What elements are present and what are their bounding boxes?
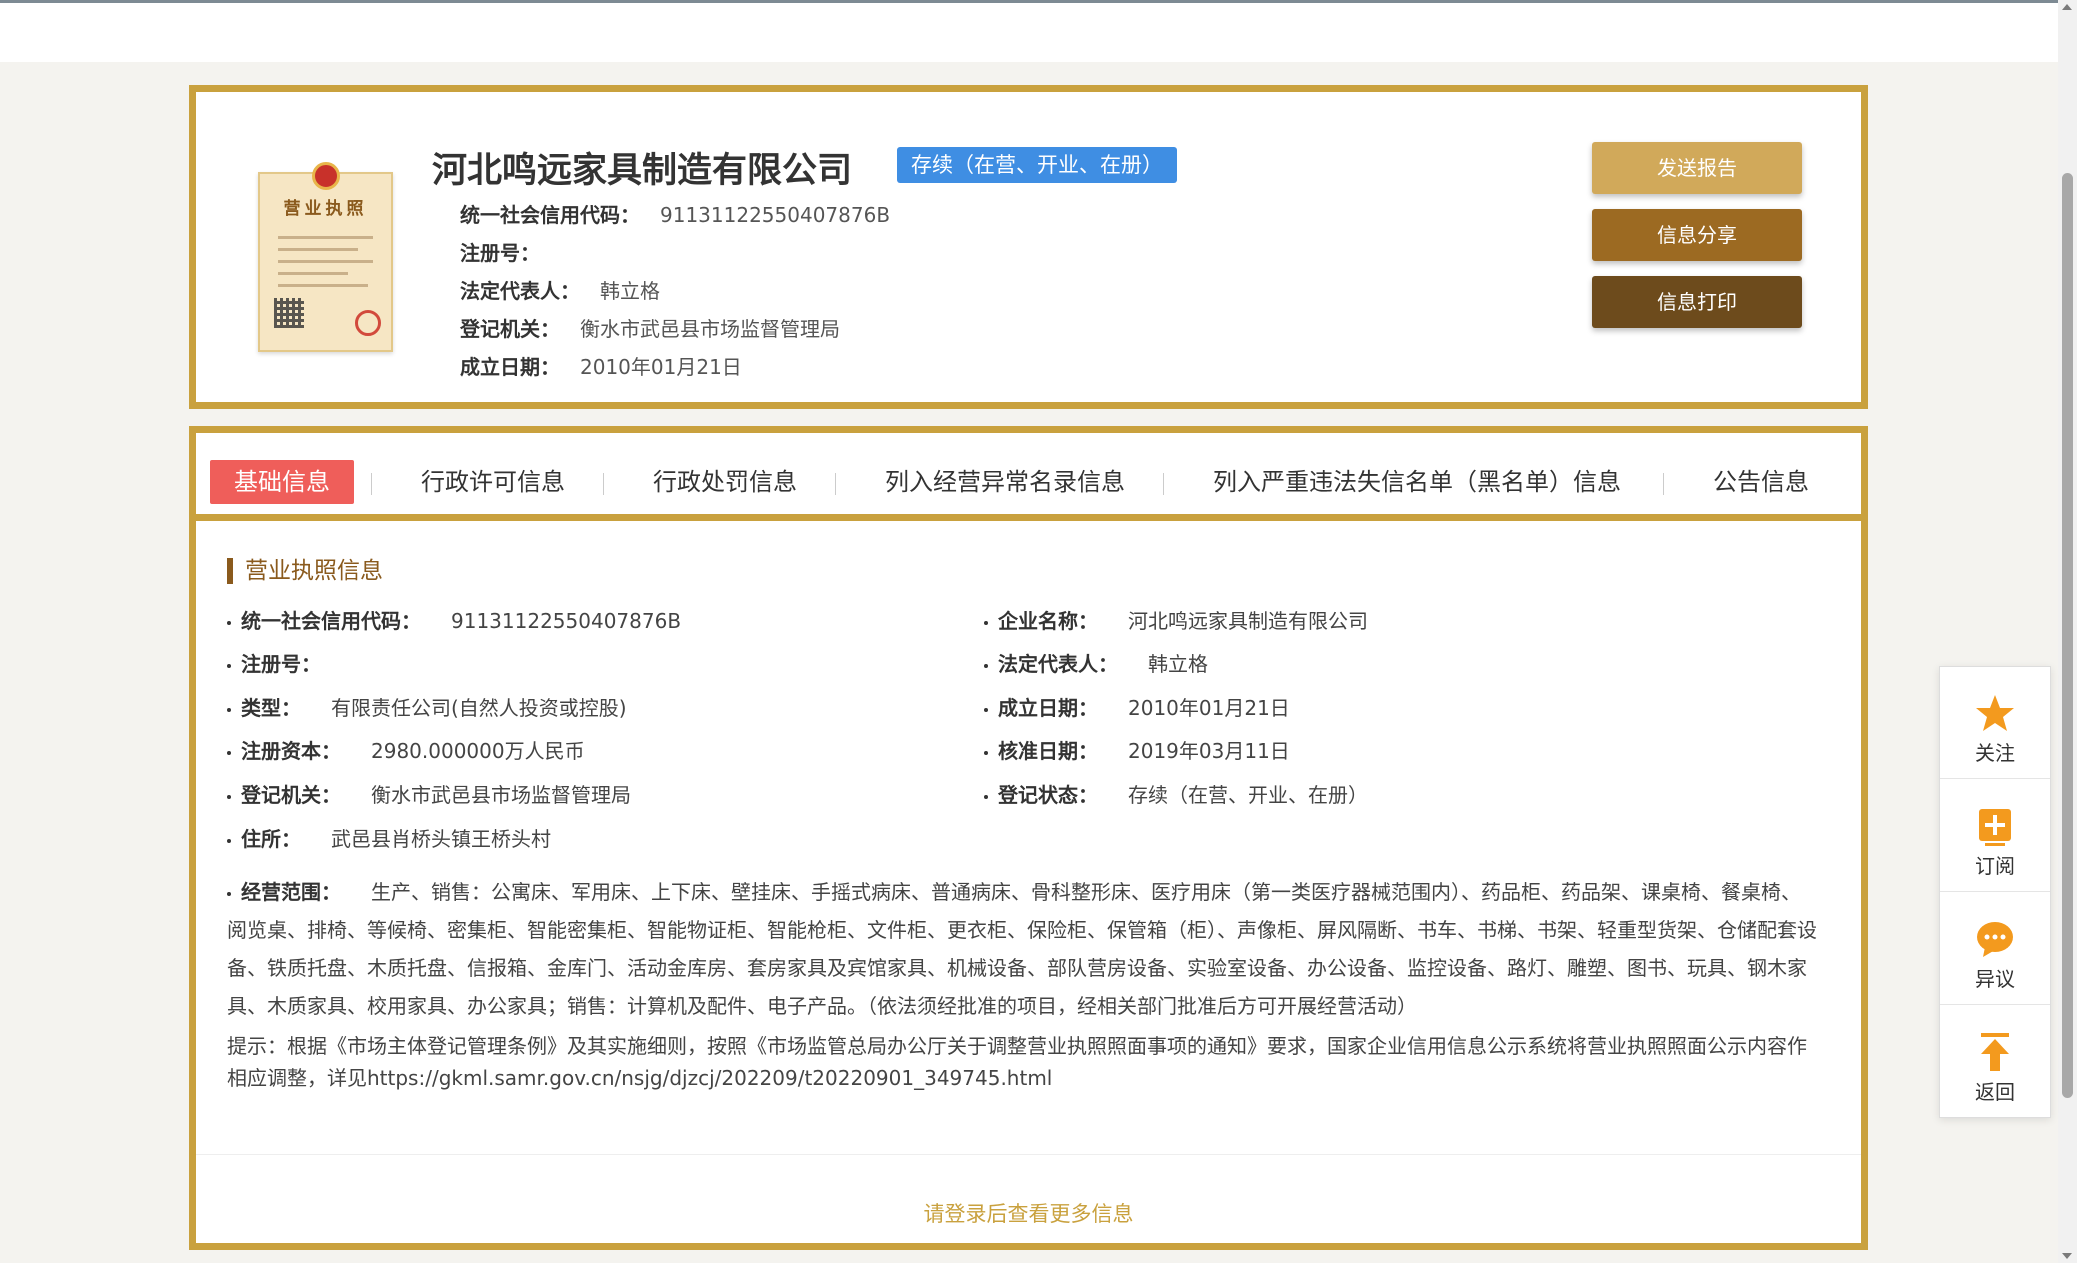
follow-button[interactable]: 关注	[1940, 667, 2050, 779]
scrollbar-thumb[interactable]	[2062, 173, 2073, 1098]
business-scope-text: 生产、销售：公寓床、军用床、上下床、壁挂床、手摇式病床、普通病床、骨科整形床、医…	[227, 880, 1817, 1018]
qr-code-icon	[274, 298, 304, 328]
header-info-list: 统一社会信用代码： 91131122550407876B 注册号： 法定代表人：韩…	[460, 196, 890, 386]
tab-bar: 基础信息 行政许可信息 行政处罚信息 列入经营异常名录信息 列入严重违法失信名单…	[196, 433, 1861, 521]
notice-hint: 提示：根据《市场主体登记管理条例》及其实施细则，按照《市场监管总局办公厅关于调整…	[227, 1034, 1807, 1090]
business-scope: 经营范围： 生产、销售：公寓床、军用床、上下床、壁挂床、手摇式病床、普通病床、骨科…	[227, 880, 1817, 1018]
field-reg-no: 注册号：	[227, 648, 351, 680]
national-emblem-icon	[312, 162, 340, 190]
arrow-up-icon	[1981, 1033, 2009, 1071]
plus-box-icon	[1979, 809, 2011, 846]
field-founded-date: 成立日期： 2010年01月21日	[984, 692, 1290, 724]
tab-basic-info[interactable]: 基础信息	[210, 460, 354, 504]
field-credit-code: 统一社会信用代码： 91131122550407876B	[227, 605, 681, 637]
business-license-image[interactable]: 营业执照	[258, 162, 393, 352]
objection-button[interactable]: 异议	[1940, 893, 2050, 1005]
field-company-name: 企业名称： 河北鸣远家具制造有限公司	[984, 605, 1368, 637]
header-founded-row: 成立日期： 2010年01月21日	[460, 355, 742, 379]
divider	[196, 1154, 1861, 1155]
status-badge: 存续（在营、开业、在册）	[897, 147, 1177, 183]
company-header-panel: 营业执照 河北鸣远家具制造有限公司 存续（在营、开业、在册） 统一社会信用代码：…	[189, 85, 1868, 409]
header-credit-code-row: 统一社会信用代码： 91131122550407876B	[460, 203, 891, 227]
field-reg-status: 登记状态： 存续（在营、开业、在册）	[984, 779, 1368, 811]
tab-announcements[interactable]: 公告信息	[1713, 460, 1809, 504]
side-toolbar: 关注 订阅 异议 返回	[1939, 666, 2051, 1118]
main-info-panel: 基础信息 行政许可信息 行政处罚信息 列入经营异常名录信息 列入严重违法失信名单…	[189, 426, 1868, 1250]
field-capital: 注册资本： 2980.000000万人民币	[227, 735, 585, 767]
company-name: 河北鸣远家具制造有限公司	[432, 151, 853, 191]
subscribe-button[interactable]: 订阅	[1940, 780, 2050, 892]
field-address: 住所： 武邑县肖桥头镇王桥头村	[227, 823, 551, 855]
header-authority-row: 登记机关： 衡水市武邑县市场监督管理局	[460, 317, 840, 341]
share-info-button[interactable]: 信息分享	[1592, 209, 1802, 261]
tab-blacklist[interactable]: 列入严重违法失信名单（黑名单）信息	[1213, 460, 1621, 504]
seal-stamp-icon	[355, 310, 381, 336]
scrollbar[interactable]	[2058, 0, 2077, 1263]
login-more-link[interactable]: 请登录后查看更多信息	[196, 1198, 1861, 1228]
star-icon	[1976, 695, 2014, 731]
tab-abnormal-list[interactable]: 列入经营异常名录信息	[885, 460, 1125, 504]
chat-bubble-icon	[1977, 922, 2013, 957]
send-report-button[interactable]: 发送报告	[1592, 142, 1802, 194]
section-title: 营业执照信息	[227, 558, 383, 584]
field-type: 类型： 有限责任公司(自然人投资或控股)	[227, 692, 627, 724]
field-legal-rep: 法定代表人： 韩立格	[984, 648, 1208, 680]
scroll-down-arrow-icon[interactable]	[2062, 1253, 2072, 1259]
header-legal-rep-row: 法定代表人： 韩立格	[460, 279, 660, 303]
field-authority: 登记机关： 衡水市武邑县市场监督管理局	[227, 779, 631, 811]
tab-admin-penalty[interactable]: 行政处罚信息	[653, 460, 797, 504]
license-image-title: 营业执照	[283, 199, 368, 219]
print-info-button[interactable]: 信息打印	[1592, 276, 1802, 328]
top-bar	[0, 0, 2058, 62]
header-reg-no-row: 注册号：	[460, 241, 540, 265]
back-to-top-button[interactable]: 返回	[1940, 1006, 2050, 1118]
tab-admin-license[interactable]: 行政许可信息	[421, 460, 565, 504]
field-approved-date: 核准日期： 2019年03月11日	[984, 735, 1290, 767]
scroll-up-arrow-icon[interactable]	[2062, 4, 2072, 10]
